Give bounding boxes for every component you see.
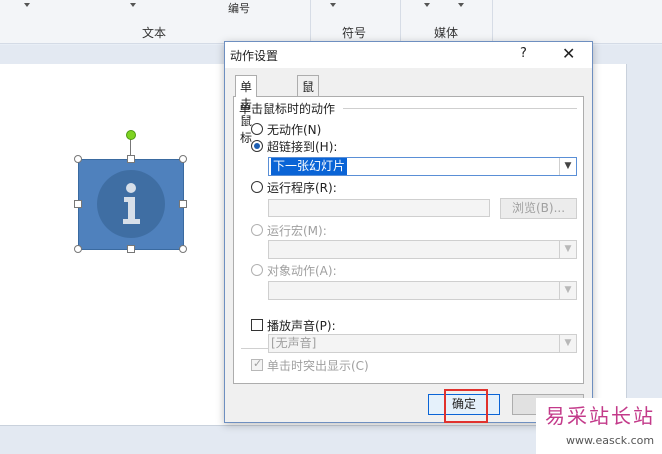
play-sound-label: 播放声音(P):: [267, 319, 336, 333]
highlight-click-checkbox[interactable]: [251, 357, 263, 371]
ok-button[interactable]: 确定: [428, 394, 500, 415]
tab-mouse-over[interactable]: 鼠标移过: [297, 75, 320, 145]
watermark-url: www.easck.com: [566, 434, 655, 447]
object-action-select[interactable]: ▼: [268, 281, 577, 300]
resize-handle[interactable]: [179, 200, 187, 208]
chevron-down-icon[interactable]: ▼: [559, 241, 576, 258]
dropdown-caret-icon[interactable]: [424, 3, 430, 7]
option-run-program-label: 运行程序(R):: [267, 181, 337, 195]
group-divider: [343, 108, 577, 109]
ribbon-group-media: 媒体: [434, 26, 459, 40]
ribbon-separator: [400, 0, 401, 44]
dialog-title: 动作设置: [230, 49, 279, 63]
option-hyperlink-label: 超链接到(H):: [267, 140, 338, 154]
radio-run-program[interactable]: [251, 181, 263, 193]
ribbon-group-numbering[interactable]: 编号: [228, 0, 250, 16]
dialog-titlebar[interactable]: 动作设置 ? ✕: [225, 42, 592, 68]
option-run-macro-label: 运行宏(M):: [267, 224, 327, 238]
sound-select[interactable]: [无声音] ▼: [268, 334, 577, 353]
resize-handle[interactable]: [74, 200, 82, 208]
resize-handle[interactable]: [127, 245, 135, 253]
resize-handle[interactable]: [74, 155, 82, 163]
radio-none[interactable]: [251, 123, 263, 135]
dropdown-caret-icon[interactable]: [458, 3, 464, 7]
dropdown-caret-icon[interactable]: [130, 3, 136, 7]
program-path-input[interactable]: [268, 199, 490, 217]
ribbon-separator: [492, 0, 493, 44]
resize-handle[interactable]: [179, 245, 187, 253]
resize-handle[interactable]: [127, 155, 135, 163]
dropdown-caret-icon[interactable]: [330, 3, 336, 7]
help-button[interactable]: ?: [520, 46, 527, 61]
play-sound-checkbox[interactable]: [251, 319, 263, 331]
chevron-down-icon[interactable]: ▼: [559, 282, 576, 299]
group-title: 单击鼠标时的动作: [239, 102, 336, 116]
radio-object-action[interactable]: [251, 264, 263, 276]
sound-value: [无声音]: [271, 336, 317, 350]
chevron-down-icon[interactable]: ▼: [559, 158, 576, 175]
radio-hyperlink[interactable]: [251, 140, 263, 152]
hyperlink-value: 下一张幻灯片: [271, 158, 348, 175]
ribbon-separator: [310, 0, 311, 44]
macro-select[interactable]: ▼: [268, 240, 577, 259]
highlight-click-label: 单击时突出显示(C): [267, 359, 369, 373]
dropdown-caret-icon[interactable]: [24, 3, 30, 7]
ribbon: 编号 文本 符号 媒体: [0, 0, 662, 44]
close-icon[interactable]: ✕: [562, 44, 575, 63]
info-icon: [97, 170, 165, 238]
radio-run-macro[interactable]: [251, 224, 263, 236]
watermark-logo: 易采站长站: [545, 404, 655, 428]
chevron-down-icon[interactable]: ▼: [559, 335, 576, 352]
ribbon-group-symbols: 符号: [342, 26, 367, 40]
option-object-action-label: 对象动作(A):: [267, 264, 337, 278]
tab-mouse-click[interactable]: 单击鼠标: [235, 75, 258, 145]
resize-handle[interactable]: [74, 245, 82, 253]
resize-handle[interactable]: [179, 155, 187, 163]
action-settings-dialog: 动作设置 ? ✕ 单击鼠标 鼠标移过 单击鼠标时的动作 无动作(N) 超链接到(…: [224, 41, 593, 423]
hyperlink-select[interactable]: 下一张幻灯片 ▼: [268, 157, 577, 176]
browse-button[interactable]: 浏览(B)...: [500, 198, 577, 219]
ribbon-group-text: 文本: [142, 26, 167, 40]
option-none-label: 无动作(N): [267, 123, 322, 137]
rotation-handle[interactable]: [126, 130, 136, 140]
